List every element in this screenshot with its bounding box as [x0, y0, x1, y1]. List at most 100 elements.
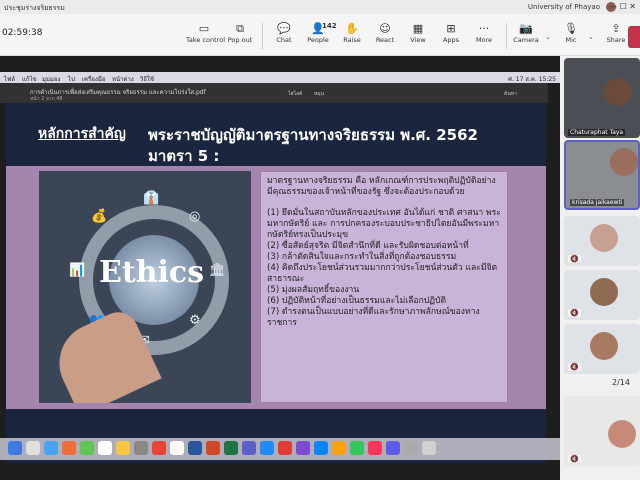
- news-app-icon[interactable]: [368, 441, 382, 455]
- participant-video: [610, 148, 638, 176]
- slide-item: (1) ยึดมั่นในสถาบันหลักของประเทศ อันได้แ…: [267, 208, 501, 240]
- view-button[interactable]: ▦ View: [400, 21, 436, 53]
- org-name: University of Phayao: [527, 3, 600, 11]
- meeting-title: ประชุมร่างจริยธรรม: [4, 4, 65, 12]
- mic-muted-icon: 🔇: [568, 255, 581, 263]
- building-icon: 🏛: [209, 263, 226, 278]
- chart-icon: 📊: [69, 263, 86, 278]
- window-controls[interactable]: — ☐ ✕: [609, 2, 636, 11]
- divider: [262, 23, 263, 49]
- participant-video: [604, 78, 632, 106]
- meeting-timer: 02:59:38: [2, 28, 43, 38]
- slide-item: (4) คิดถึงประโยชน์ส่วนรวมมากกว่าประโยชน์…: [267, 263, 498, 284]
- highlight-tool[interactable]: ไฮไลต์: [288, 90, 302, 98]
- presentation-slide: หลักการสำคัญ พระราชบัญญัติมาตรฐานทางจริย…: [6, 103, 546, 463]
- appstore-app-icon[interactable]: [386, 441, 400, 455]
- mic-muted-icon: 🔇: [568, 363, 581, 371]
- participant-tile-active[interactable]: krisada jaikaewti: [564, 140, 640, 210]
- chrome-app-icon[interactable]: [170, 441, 184, 455]
- teams-meeting-window: ประชุมร่างจริยธรรม University of Phayao …: [0, 0, 640, 480]
- zoom-app-icon[interactable]: [260, 441, 274, 455]
- slide-item: (5) มุ่งผลสัมฤทธิ์ของงาน: [267, 285, 360, 295]
- chat-button[interactable]: 💬 Chat: [266, 21, 302, 53]
- pop-out-button[interactable]: ⧉ Pop out: [222, 21, 258, 53]
- calendar-app-icon[interactable]: [98, 441, 112, 455]
- title-bar: ประชุมร่างจริยธรรม University of Phayao …: [0, 0, 640, 14]
- participant-name: Chaturaphat Taya: [568, 129, 626, 136]
- smiley-icon: ☺: [379, 22, 391, 35]
- hand-icon: ✋: [345, 22, 359, 35]
- mic-options-chevron-icon[interactable]: ⌄: [588, 33, 594, 41]
- books-app-icon[interactable]: [332, 441, 346, 455]
- gallery-pager[interactable]: 2/14: [612, 378, 630, 387]
- trash-app-icon[interactable]: [422, 441, 436, 455]
- more-button[interactable]: ··· More: [466, 21, 502, 53]
- slide-item: (6) ปฏิบัติหน้าที่อย่างเป็นธรรมและไม่เลื…: [267, 296, 447, 306]
- slide-item: (2) ซื่อสัตย์สุจริต มีจิตสำนึกที่ดี และร…: [267, 241, 469, 251]
- more-dots-icon: ···: [478, 22, 490, 35]
- teams-app-icon[interactable]: [242, 441, 256, 455]
- participant-tile[interactable]: 🔇: [564, 324, 640, 374]
- facetime-app-icon[interactable]: [350, 441, 364, 455]
- camera-options-chevron-icon[interactable]: ⌄: [545, 33, 551, 41]
- participant-avatar: [590, 332, 618, 360]
- raise-hand-button[interactable]: ✋ Raise: [334, 21, 370, 53]
- podcasts-app-icon[interactable]: [296, 441, 310, 455]
- money-icon: 💰: [91, 209, 108, 224]
- participant-avatar: [590, 224, 618, 252]
- pdf-toolbar: การดำเนินการเพื่อส่งเสริมคุณธรรม จริยธรร…: [0, 83, 548, 103]
- ethics-word: Ethics: [99, 255, 205, 290]
- participant-gallery: Chaturaphat Taya krisada jaikaewti 🔇 🔇 🔇…: [560, 56, 640, 480]
- excel-app-icon[interactable]: [224, 441, 238, 455]
- target-icon: ◎: [189, 209, 201, 224]
- notes-app-icon[interactable]: [116, 441, 130, 455]
- settings-app-icon[interactable]: [134, 441, 148, 455]
- self-view-tile[interactable]: 🔇: [564, 396, 640, 466]
- take-control-button[interactable]: ▭ Take control: [186, 21, 225, 53]
- person-icon: 👔: [143, 191, 160, 206]
- grid-view-icon: ▦: [412, 22, 424, 35]
- powerpoint-app-icon[interactable]: [206, 441, 220, 455]
- apps-button[interactable]: ⊞ Apps: [433, 21, 469, 53]
- ethics-photo: 💰 👔 ◎ 📊 🏛 👥 ⚙ ✉ Ethics: [39, 171, 251, 403]
- divider: [506, 23, 507, 49]
- safari-app-icon[interactable]: [44, 441, 58, 455]
- messages-app-icon[interactable]: [80, 441, 94, 455]
- rotate-tool[interactable]: หมุน: [314, 90, 324, 98]
- meeting-toolbar: 02:59:38 ▭ Take control ⧉ Pop out 💬 Chat…: [0, 14, 640, 56]
- ethics-text-box: มาตรฐานทางจริยธรรม คือ หลักเกณฑ์การประพฤ…: [260, 171, 508, 403]
- leave-button[interactable]: [628, 26, 640, 48]
- photos-app-icon[interactable]: [62, 441, 76, 455]
- pdf-page-indicator: หน้า 2 จาก 48: [30, 96, 63, 102]
- participant-tile[interactable]: 🔇: [564, 270, 640, 320]
- slide-subtitle: มาตรา 5 :: [148, 147, 220, 165]
- mic-button[interactable]: 🎙 Mic: [553, 21, 589, 53]
- participant-tile[interactable]: 🔇: [564, 216, 640, 266]
- participant-tile[interactable]: Chaturaphat Taya: [564, 58, 640, 138]
- take-control-icon: ▭: [198, 22, 210, 35]
- preview-app-icon[interactable]: [404, 441, 418, 455]
- participant-avatar: [608, 420, 636, 448]
- mail-app-icon[interactable]: [314, 441, 328, 455]
- participant-avatar: [590, 278, 618, 306]
- mac-menu-bar: ไฟล์ แก้ไข มุมมอง ไป เครื่องมือ หน้าต่าง…: [0, 72, 560, 83]
- shared-screen: ไฟล์ แก้ไข มุมมอง ไป เครื่องมือ หน้าต่าง…: [0, 56, 560, 480]
- mic-off-icon: 🎙: [564, 22, 578, 35]
- camera-off-icon: 📷: [519, 22, 533, 35]
- people-button[interactable]: 👤 142 People: [300, 21, 336, 53]
- slide-intro: มาตรฐานทางจริยธรรม คือ หลักเกณฑ์การประพฤ…: [267, 176, 496, 197]
- mac-dock: [0, 438, 560, 460]
- launchpad-app-icon[interactable]: [26, 441, 40, 455]
- gear-icon: ⚙: [189, 313, 201, 328]
- finder-app-icon[interactable]: [8, 441, 22, 455]
- camera-button[interactable]: 📷 Camera: [508, 21, 544, 53]
- search-tool[interactable]: ค้นหา: [504, 90, 517, 98]
- music-app-icon[interactable]: [152, 441, 166, 455]
- react-button[interactable]: ☺ React: [367, 21, 403, 53]
- apps-plus-icon: ⊞: [446, 22, 456, 35]
- pop-out-icon: ⧉: [236, 22, 244, 35]
- word-app-icon[interactable]: [188, 441, 202, 455]
- participant-name: krisada jaikaewti: [570, 199, 625, 206]
- slide-item: (3) กล้าตัดสินใจและกระทำในสิ่งที่ถูกต้อง…: [267, 252, 457, 262]
- acrobat-app-icon[interactable]: [278, 441, 292, 455]
